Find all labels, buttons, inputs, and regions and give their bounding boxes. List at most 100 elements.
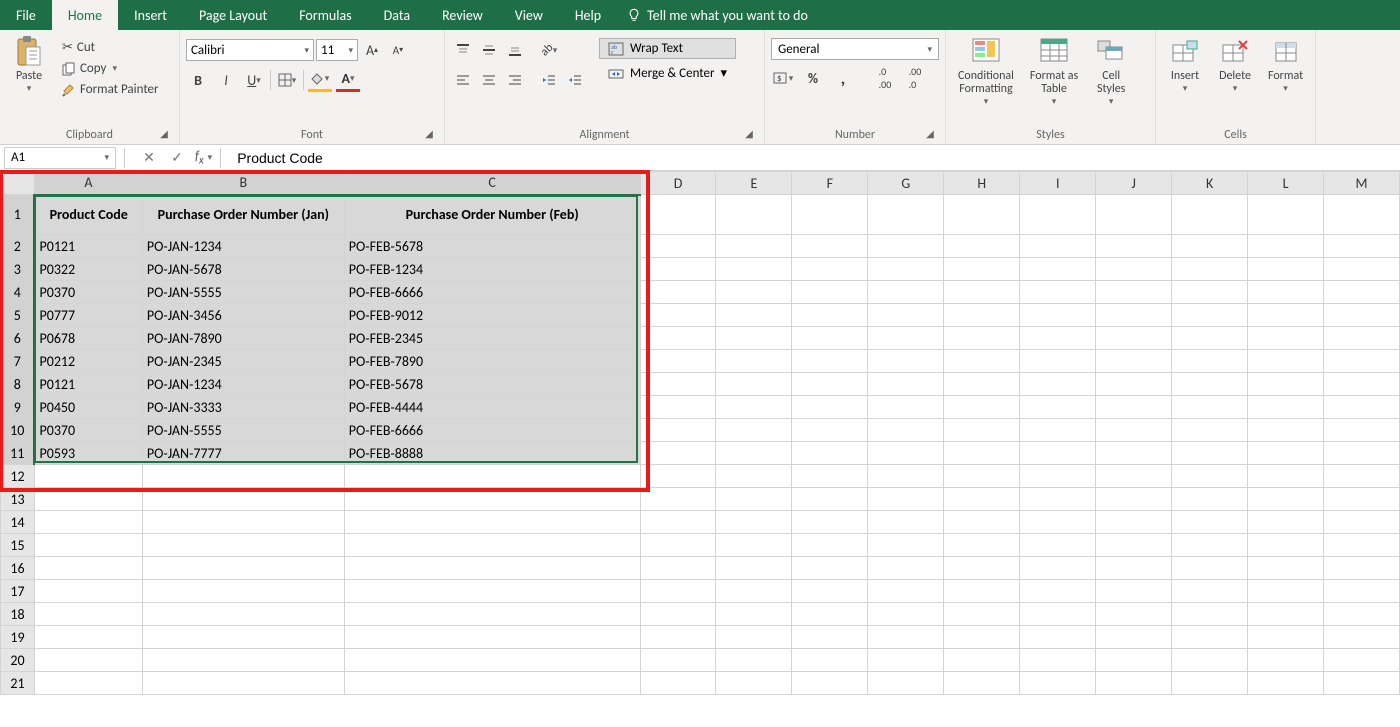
row-header-16[interactable]: 16: [1, 557, 35, 580]
cell-C5[interactable]: PO-FEB-9012: [344, 304, 640, 327]
column-header-E[interactable]: E: [716, 172, 792, 195]
cancel-formula-button[interactable]: ✕: [135, 147, 163, 169]
cell-F1[interactable]: [792, 195, 868, 235]
cell-L11[interactable]: [1248, 442, 1324, 465]
column-header-F[interactable]: F: [792, 172, 868, 195]
tab-data[interactable]: Data: [368, 0, 426, 30]
cell-F19[interactable]: [792, 626, 868, 649]
cell-F15[interactable]: [792, 534, 868, 557]
cell-I5[interactable]: [1020, 304, 1096, 327]
cell-H7[interactable]: [944, 350, 1020, 373]
cell-L10[interactable]: [1248, 419, 1324, 442]
cell-E18[interactable]: [716, 603, 792, 626]
column-header-L[interactable]: L: [1248, 172, 1324, 195]
cell-B19[interactable]: [142, 626, 344, 649]
cell-A6[interactable]: P0678: [34, 327, 142, 350]
cell-F20[interactable]: [792, 649, 868, 672]
row-header-12[interactable]: 12: [1, 465, 35, 488]
cell-J12[interactable]: [1096, 465, 1172, 488]
cell-F5[interactable]: [792, 304, 868, 327]
cell-H21[interactable]: [944, 672, 1020, 695]
cell-K21[interactable]: [1172, 672, 1248, 695]
cell-F16[interactable]: [792, 557, 868, 580]
accounting-format-button[interactable]: $▾: [771, 66, 795, 90]
column-header-H[interactable]: H: [944, 172, 1020, 195]
cell-D20[interactable]: [640, 649, 716, 672]
cell-G2[interactable]: [868, 235, 944, 258]
cell-L7[interactable]: [1248, 350, 1324, 373]
cell-A8[interactable]: P0121: [34, 373, 142, 396]
tab-insert[interactable]: Insert: [118, 0, 183, 30]
cell-K17[interactable]: [1172, 580, 1248, 603]
cell-B1[interactable]: Purchase Order Number (Jan): [142, 195, 344, 235]
cell-G5[interactable]: [868, 304, 944, 327]
cell-E8[interactable]: [716, 373, 792, 396]
column-header-K[interactable]: K: [1172, 172, 1248, 195]
cell-I18[interactable]: [1020, 603, 1096, 626]
cell-E19[interactable]: [716, 626, 792, 649]
cell-H4[interactable]: [944, 281, 1020, 304]
cell-B13[interactable]: [142, 488, 344, 511]
cell-E14[interactable]: [716, 511, 792, 534]
cell-I14[interactable]: [1020, 511, 1096, 534]
cell-L6[interactable]: [1248, 327, 1324, 350]
row-header-10[interactable]: 10: [1, 419, 35, 442]
cell-A20[interactable]: [34, 649, 142, 672]
cell-I16[interactable]: [1020, 557, 1096, 580]
cell-A12[interactable]: [34, 465, 142, 488]
cell-I12[interactable]: [1020, 465, 1096, 488]
row-header-7[interactable]: 7: [1, 350, 35, 373]
cell-E12[interactable]: [716, 465, 792, 488]
cell-G13[interactable]: [868, 488, 944, 511]
cell-J3[interactable]: [1096, 258, 1172, 281]
cell-H19[interactable]: [944, 626, 1020, 649]
cell-C19[interactable]: [344, 626, 640, 649]
cell-A10[interactable]: P0370: [34, 419, 142, 442]
cell-F14[interactable]: [792, 511, 868, 534]
cell-D7[interactable]: [640, 350, 716, 373]
bold-button[interactable]: B: [186, 68, 210, 92]
cell-D5[interactable]: [640, 304, 716, 327]
cell-G16[interactable]: [868, 557, 944, 580]
enter-formula-button[interactable]: ✓: [163, 147, 191, 169]
cell-D2[interactable]: [640, 235, 716, 258]
cell-H3[interactable]: [944, 258, 1020, 281]
tab-view[interactable]: View: [499, 0, 559, 30]
conditional-formatting-button[interactable]: Conditional Formatting▾: [952, 34, 1020, 109]
row-header-21[interactable]: 21: [1, 672, 35, 695]
cell-E10[interactable]: [716, 419, 792, 442]
cell-F6[interactable]: [792, 327, 868, 350]
cell-H2[interactable]: [944, 235, 1020, 258]
cell-B18[interactable]: [142, 603, 344, 626]
cell-I15[interactable]: [1020, 534, 1096, 557]
cell-K16[interactable]: [1172, 557, 1248, 580]
cell-K3[interactable]: [1172, 258, 1248, 281]
cell-M9[interactable]: [1323, 396, 1399, 419]
cut-button[interactable]: ✂ Cut: [56, 38, 165, 57]
cell-E1[interactable]: [716, 195, 792, 235]
dialog-launcher-icon[interactable]: ◢: [923, 126, 937, 140]
cell-M8[interactable]: [1323, 373, 1399, 396]
delete-cells-button[interactable]: Delete▾: [1212, 34, 1258, 96]
cell-A11[interactable]: P0593: [34, 442, 142, 465]
cell-C15[interactable]: [344, 534, 640, 557]
tab-review[interactable]: Review: [426, 0, 499, 30]
cell-B4[interactable]: PO-JAN-5555: [142, 281, 344, 304]
cell-A1[interactable]: Product Code: [34, 195, 142, 235]
cell-B20[interactable]: [142, 649, 344, 672]
row-header-2[interactable]: 2: [1, 235, 35, 258]
cell-K8[interactable]: [1172, 373, 1248, 396]
cell-L17[interactable]: [1248, 580, 1324, 603]
cell-G7[interactable]: [868, 350, 944, 373]
row-header-3[interactable]: 3: [1, 258, 35, 281]
cell-H5[interactable]: [944, 304, 1020, 327]
cell-D8[interactable]: [640, 373, 716, 396]
cell-C6[interactable]: PO-FEB-2345: [344, 327, 640, 350]
cell-A5[interactable]: P0777: [34, 304, 142, 327]
cell-B3[interactable]: PO-JAN-5678: [142, 258, 344, 281]
cell-D10[interactable]: [640, 419, 716, 442]
row-header-9[interactable]: 9: [1, 396, 35, 419]
cell-C20[interactable]: [344, 649, 640, 672]
paste-button[interactable]: Paste ▾: [6, 34, 52, 96]
cell-D9[interactable]: [640, 396, 716, 419]
